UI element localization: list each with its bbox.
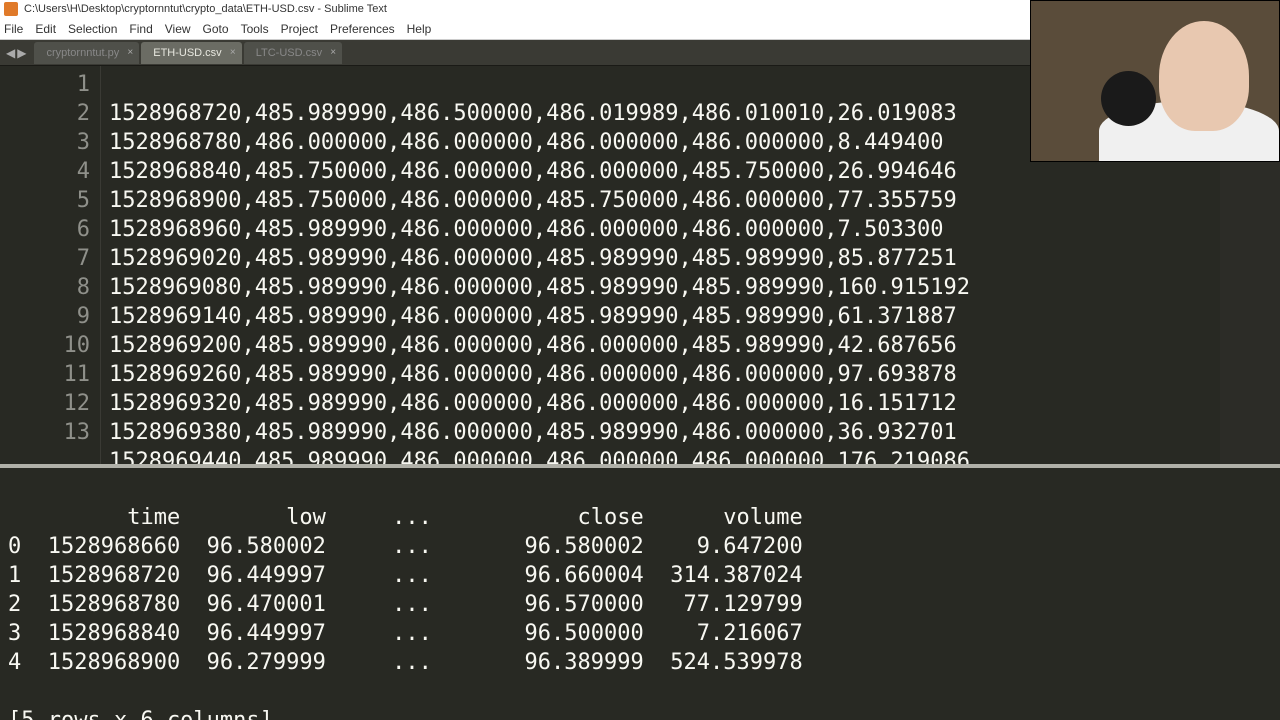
menu-file[interactable]: File bbox=[4, 22, 23, 36]
terminal-footer: [5 rows x 6 columns] bbox=[8, 706, 1272, 720]
code-line: 1528969020,485.989990,486.000000,485.989… bbox=[109, 244, 1280, 273]
code-line: 1528969200,485.989990,486.000000,486.000… bbox=[109, 331, 1280, 360]
menu-find[interactable]: Find bbox=[129, 22, 152, 36]
webcam-person-face bbox=[1159, 21, 1249, 131]
menu-tools[interactable]: Tools bbox=[241, 22, 269, 36]
line-number: 6 bbox=[0, 215, 90, 244]
line-number: 1 bbox=[0, 70, 90, 99]
menu-project[interactable]: Project bbox=[281, 22, 318, 36]
code-line: 1528969380,485.989990,486.000000,485.989… bbox=[109, 418, 1280, 447]
line-number: 10 bbox=[0, 331, 90, 360]
tab-eth-usd[interactable]: ETH-USD.csv × bbox=[141, 42, 241, 64]
tab-cryptornntut[interactable]: cryptornntut.py × bbox=[34, 42, 139, 64]
line-number: 4 bbox=[0, 157, 90, 186]
nav-forward-icon[interactable]: ▶ bbox=[17, 46, 26, 60]
tab-label: LTC-USD.csv bbox=[256, 47, 322, 59]
window-title: C:\Users\H\Desktop\cryptornntut\crypto_d… bbox=[24, 3, 387, 15]
terminal-header: time low ... close volume bbox=[8, 503, 1272, 532]
terminal-pane[interactable]: time low ... close volume0 1528968660 96… bbox=[0, 468, 1280, 720]
close-icon[interactable]: × bbox=[230, 47, 236, 58]
code-line: 1528969080,485.989990,486.000000,485.989… bbox=[109, 273, 1280, 302]
code-line: 1528968960,485.989990,486.000000,486.000… bbox=[109, 215, 1280, 244]
menu-preferences[interactable]: Preferences bbox=[330, 22, 395, 36]
webcam-microphone bbox=[1101, 71, 1156, 126]
terminal-row: 0 1528968660 96.580002 ... 96.580002 9.6… bbox=[8, 532, 1272, 561]
tab-label: ETH-USD.csv bbox=[153, 47, 221, 59]
line-number: 2 bbox=[0, 99, 90, 128]
webcam-overlay bbox=[1030, 0, 1280, 162]
nav-back-icon[interactable]: ◀ bbox=[6, 46, 15, 60]
line-number: 7 bbox=[0, 244, 90, 273]
menu-selection[interactable]: Selection bbox=[68, 22, 117, 36]
line-number: 9 bbox=[0, 302, 90, 331]
sublime-icon bbox=[4, 2, 18, 16]
terminal-row: 1 1528968720 96.449997 ... 96.660004 314… bbox=[8, 561, 1272, 590]
terminal-row: 3 1528968840 96.449997 ... 96.500000 7.2… bbox=[8, 619, 1272, 648]
close-icon[interactable]: × bbox=[330, 47, 336, 58]
menu-view[interactable]: View bbox=[165, 22, 191, 36]
line-number: 3 bbox=[0, 128, 90, 157]
line-number: 8 bbox=[0, 273, 90, 302]
line-number-gutter: 1 2 3 4 5 6 7 8 9 10 11 12 13 bbox=[0, 66, 100, 464]
menu-edit[interactable]: Edit bbox=[35, 22, 56, 36]
code-line: 1528969140,485.989990,486.000000,485.989… bbox=[109, 302, 1280, 331]
code-line: 1528969440,485.989990,486.000000,486.000… bbox=[109, 447, 1280, 464]
close-icon[interactable]: × bbox=[127, 47, 133, 58]
menu-help[interactable]: Help bbox=[407, 22, 432, 36]
terminal-blank bbox=[8, 677, 1272, 706]
tab-ltc-usd[interactable]: LTC-USD.csv × bbox=[244, 42, 342, 64]
nav-arrows[interactable]: ◀ ▶ bbox=[6, 46, 26, 60]
terminal-row: 4 1528968900 96.279999 ... 96.389999 524… bbox=[8, 648, 1272, 677]
code-line: 1528968900,485.750000,486.000000,485.750… bbox=[109, 186, 1280, 215]
line-number: 13 bbox=[0, 418, 90, 447]
line-number: 11 bbox=[0, 360, 90, 389]
tab-label: cryptornntut.py bbox=[46, 47, 119, 59]
code-line: 1528969320,485.989990,486.000000,486.000… bbox=[109, 389, 1280, 418]
line-number: 12 bbox=[0, 389, 90, 418]
line-number: 5 bbox=[0, 186, 90, 215]
code-line: 1528969260,485.989990,486.000000,486.000… bbox=[109, 360, 1280, 389]
terminal-row: 2 1528968780 96.470001 ... 96.570000 77.… bbox=[8, 590, 1272, 619]
menu-goto[interactable]: Goto bbox=[203, 22, 229, 36]
